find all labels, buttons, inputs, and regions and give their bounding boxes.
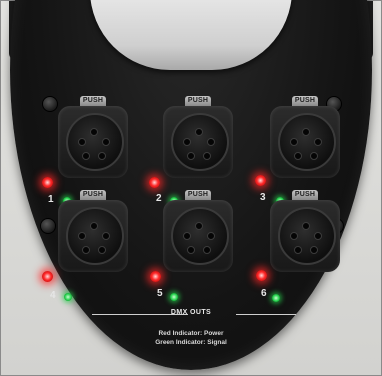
xlr-socket-face <box>171 113 229 171</box>
xlr-port-2[interactable]: PUSH <box>163 96 233 180</box>
legend-red: Red Indicator: Power <box>158 330 224 337</box>
port-number-5: 5 <box>157 288 163 299</box>
xlr-port-3[interactable]: PUSH <box>270 96 340 180</box>
port-number-2: 2 <box>156 193 162 204</box>
xlr-pin <box>90 128 98 136</box>
port-number-3: 3 <box>260 192 266 203</box>
xlr-socket-face <box>66 113 124 171</box>
port-number-4: 4 <box>50 290 56 301</box>
xlr-socket-face <box>278 207 336 265</box>
xlr-pin <box>183 138 191 146</box>
power-led-6 <box>256 270 267 281</box>
xlr-pin <box>310 152 318 160</box>
xlr-pin <box>195 222 203 230</box>
dmx-outs-label: DMX OUTS <box>170 309 212 316</box>
xlr-pin <box>183 232 191 240</box>
power-led-3 <box>255 175 266 186</box>
latch-brand: PUSH <box>82 191 104 198</box>
legend-green: Green Indicator: Signal <box>155 339 227 346</box>
latch-brand: PUSH <box>187 191 209 198</box>
xlr-port-1[interactable]: PUSH <box>58 96 128 180</box>
power-led-5 <box>150 271 161 282</box>
xlr-pin <box>90 222 98 230</box>
port-number-1: 1 <box>48 194 54 205</box>
xlr-socket-face <box>171 207 229 265</box>
xlr-pin <box>314 232 322 240</box>
xlr-pin <box>290 232 298 240</box>
xlr-pin <box>102 232 110 240</box>
xlr-pin <box>294 152 302 160</box>
xlr-pin <box>290 138 298 146</box>
latch-brand: PUSH <box>294 97 316 104</box>
xlr-pin <box>98 246 106 254</box>
xlr-pin <box>82 152 90 160</box>
power-led-2 <box>149 177 160 188</box>
xlr-pin <box>187 152 195 160</box>
xlr-pin <box>203 152 211 160</box>
xlr-socket-face <box>278 113 336 171</box>
power-led-1 <box>42 177 53 188</box>
screw-left-lower <box>40 218 56 234</box>
xlr-port-6[interactable]: PUSH <box>270 190 340 274</box>
xlr-pin <box>82 246 90 254</box>
signal-led-5 <box>170 293 178 301</box>
xlr-pin <box>302 128 310 136</box>
xlr-pin <box>294 246 302 254</box>
xlr-port-4[interactable]: PUSH <box>58 190 128 274</box>
xlr-pin <box>195 128 203 136</box>
xlr-pin <box>102 138 110 146</box>
xlr-pin <box>302 222 310 230</box>
latch-brand: PUSH <box>294 191 316 198</box>
latch-brand: PUSH <box>187 97 209 104</box>
xlr-pin <box>207 138 215 146</box>
xlr-pin <box>314 138 322 146</box>
signal-led-6 <box>272 294 280 302</box>
xlr-pin <box>310 246 318 254</box>
xlr-pin <box>98 152 106 160</box>
xlr-pin <box>78 232 86 240</box>
xlr-pin <box>78 138 86 146</box>
latch-brand: PUSH <box>82 97 104 104</box>
power-led-4 <box>42 271 53 282</box>
xlr-socket-face <box>66 207 124 265</box>
signal-led-4 <box>64 293 72 301</box>
xlr-pin <box>203 246 211 254</box>
xlr-port-5[interactable]: PUSH <box>163 190 233 274</box>
port-number-6: 6 <box>261 288 267 299</box>
xlr-pin <box>187 246 195 254</box>
screw-left-upper <box>42 96 58 112</box>
xlr-pin <box>207 232 215 240</box>
